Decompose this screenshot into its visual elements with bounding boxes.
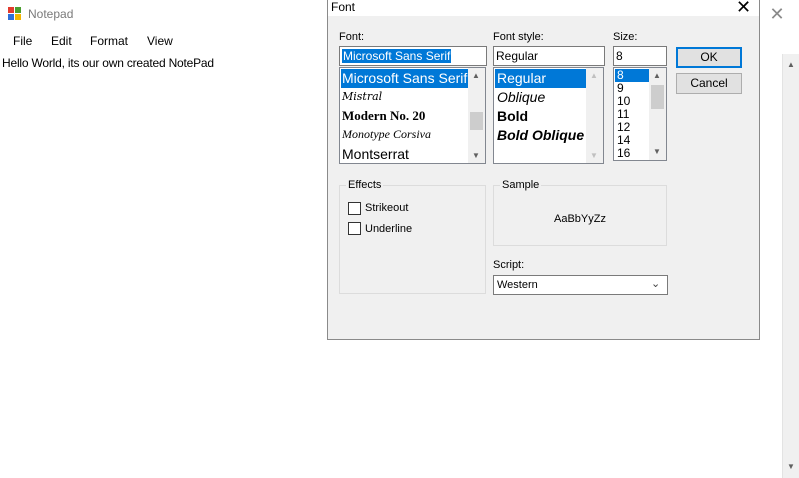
script-label: Script: [493,259,525,271]
script-select[interactable]: Western ⌄ [493,275,668,295]
list-item[interactable]: Bold Oblique [495,126,587,145]
effects-group: Effects Strikeout Underline [339,179,486,294]
scroll-thumb[interactable] [470,112,483,130]
chevron-down-icon[interactable]: ▼ [787,462,795,471]
sample-label: Sample [500,179,542,191]
chevron-up-icon[interactable]: ▲ [787,60,795,69]
effects-label: Effects [346,179,384,191]
underline-checkbox[interactable] [348,222,361,235]
menu-edit[interactable]: Edit [51,34,72,48]
scroll-thumb[interactable] [651,85,664,109]
list-item[interactable]: 16 [615,147,650,160]
size-input[interactable]: 8 [613,46,667,66]
strikeout-label[interactable]: Strikeout [365,202,408,214]
chevron-down-icon[interactable]: ▼ [653,147,661,156]
ok-button[interactable]: OK [676,47,742,68]
font-style-label: Font style: [493,31,544,43]
font-name-input[interactable]: Microsoft Sans Serif [339,46,487,66]
chevron-down-icon[interactable]: ▼ [472,151,480,160]
font-style-input[interactable]: Regular [493,46,605,66]
menu-file[interactable]: File [13,34,32,48]
editor-text[interactable]: Hello World, its our own created NotePad [2,56,214,70]
chevron-down-icon[interactable]: ⌄ [651,277,660,290]
sample-preview-text: AaBbYyZz [554,213,606,225]
font-style-list[interactable]: Regular Oblique Bold Bold Oblique ▲ ▼ [493,67,604,164]
menu-view[interactable]: View [147,34,173,48]
notepad-icon [8,7,21,20]
list-item[interactable]: Regular [495,69,587,88]
list-item[interactable]: Montserrat [341,144,469,163]
style-list-scrollbar[interactable]: ▲ ▼ [586,68,603,163]
dialog-titlebar: Font ✕ [328,0,759,17]
chevron-down-icon[interactable]: ▼ [590,151,598,160]
list-item[interactable]: Oblique [495,88,587,107]
chevron-up-icon[interactable]: ▲ [653,71,661,80]
menu-format[interactable]: Format [90,34,128,48]
font-list-scrollbar[interactable]: ▲ ▼ [468,68,485,163]
close-icon[interactable]: ✕ [769,4,785,24]
list-item[interactable]: Monotype Corsiva [341,125,469,143]
strikeout-checkbox[interactable] [348,202,361,215]
window-title: Notepad [28,7,74,21]
size-list[interactable]: 8 9 10 11 12 14 16 ▲ ▼ [613,67,667,161]
chevron-up-icon[interactable]: ▲ [590,71,598,80]
font-dialog: Font ✕ Font: Microsoft Sans Serif Micros… [327,0,760,340]
font-name-value: Microsoft Sans Serif [342,49,452,63]
list-item[interactable]: Bold [495,107,587,126]
dialog-title: Font [331,0,356,14]
underline-label[interactable]: Underline [365,223,412,235]
list-item[interactable]: Microsoft Sans Serif [341,69,469,88]
font-list[interactable]: Microsoft Sans Serif Mistral Modern No. … [339,67,486,164]
script-value: Western [497,279,538,291]
list-item[interactable]: Mistral [341,88,469,106]
list-item[interactable]: Modern No. 20 [341,106,469,125]
cancel-button[interactable]: Cancel [676,73,742,94]
editor-scrollbar[interactable]: ▲ ▼ [782,54,799,478]
close-icon[interactable]: ✕ [736,0,751,17]
chevron-up-icon[interactable]: ▲ [472,71,480,80]
size-list-scrollbar[interactable]: ▲ ▼ [649,68,666,160]
size-label: Size: [613,31,638,43]
sample-group: Sample AaBbYyZz [493,179,667,246]
font-label: Font: [339,31,365,43]
